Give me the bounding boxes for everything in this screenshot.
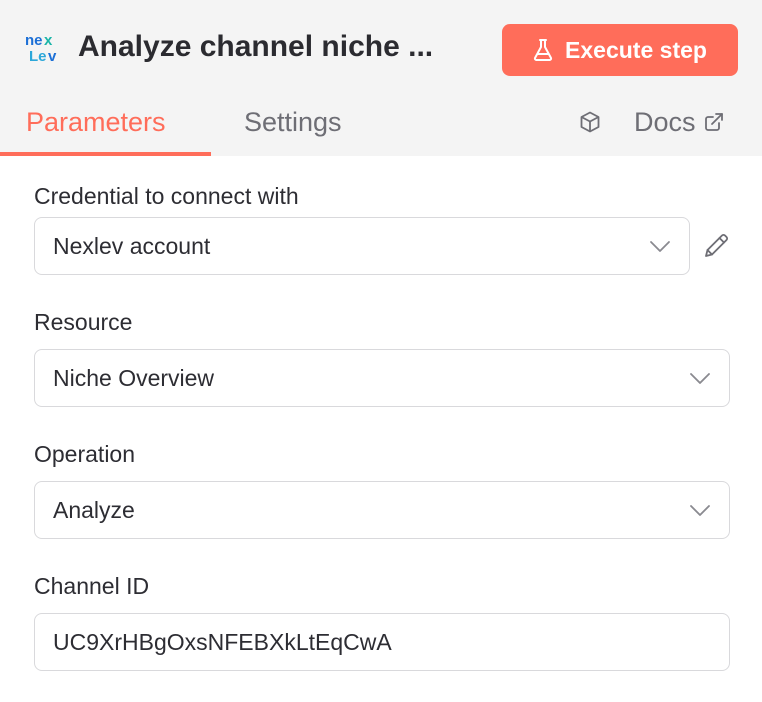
pencil-icon[interactable] [702, 230, 730, 260]
svg-text:ne: ne [25, 32, 43, 49]
channel-id-label: Channel ID [34, 573, 150, 599]
credential-select[interactable]: Nexlev account [34, 217, 690, 275]
resource-value: Niche Overview [53, 364, 215, 391]
operation-value: Analyze [53, 496, 135, 523]
docs-link[interactable]: Docs [634, 104, 724, 140]
resource-select[interactable]: Niche Overview [34, 349, 730, 407]
svg-text:Le: Le [29, 48, 47, 64]
external-link-icon [704, 113, 723, 131]
tab-parameters[interactable]: Parameters [26, 104, 166, 140]
execute-step-button[interactable]: Execute step [502, 24, 738, 76]
operation-select[interactable]: Analyze [34, 481, 730, 539]
active-tab-indicator [0, 152, 211, 156]
chevron-down-icon [690, 373, 710, 384]
operation-label: Operation [34, 441, 136, 467]
nexlev-logo: ne x Le v [25, 32, 57, 64]
node-header: ne x Le v Analyze channel niche ... Exec… [0, 0, 762, 156]
cube-icon[interactable] [578, 110, 602, 134]
channel-id-input[interactable] [34, 613, 730, 671]
execute-step-label: Execute step [565, 36, 707, 63]
flask-icon [533, 39, 553, 61]
resource-label: Resource [34, 309, 133, 335]
node-title[interactable]: Analyze channel niche ... [78, 28, 433, 66]
credential-label: Credential to connect with [34, 183, 299, 209]
svg-text:x: x [44, 32, 53, 49]
svg-text:v: v [48, 48, 57, 64]
tab-settings[interactable]: Settings [244, 104, 342, 140]
chevron-down-icon [690, 505, 710, 516]
credential-value: Nexlev account [53, 232, 211, 259]
docs-label: Docs [634, 107, 696, 137]
chevron-down-icon [650, 241, 670, 252]
